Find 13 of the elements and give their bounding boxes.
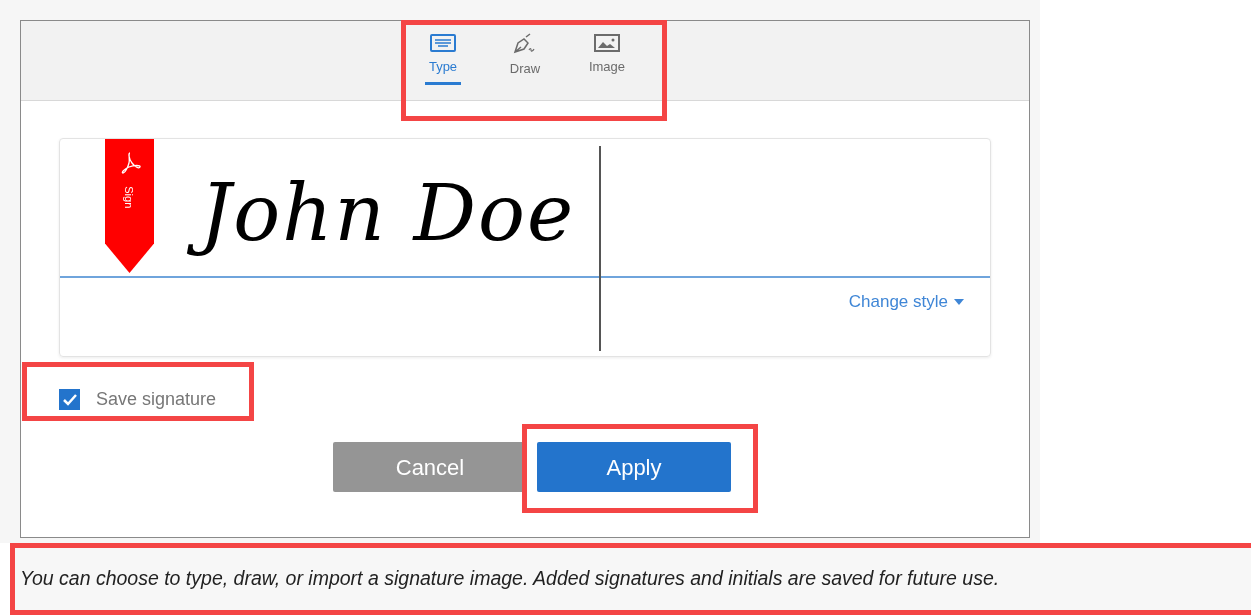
- keyboard-icon: [430, 33, 456, 53]
- footer-note: You can choose to type, draw, or import a signature image. Added signatures and initials are saved for future use.: [20, 566, 1000, 592]
- caret-icon: [954, 298, 964, 305]
- image-icon: [594, 33, 620, 53]
- ribbon-label: Sign: [122, 186, 137, 209]
- apply-button[interactable]: Apply: [537, 442, 731, 492]
- tab[interactable]: Image: [566, 21, 648, 100]
- tab[interactable]: Type: [402, 21, 484, 100]
- tab[interactable]: Draw: [484, 21, 566, 100]
- checkbox-label: Save signature: [96, 388, 217, 411]
- change-style-dropdown[interactable]: Change style: [848, 289, 964, 315]
- checkbox[interactable]: [59, 389, 80, 410]
- checkmark-icon: [62, 393, 77, 406]
